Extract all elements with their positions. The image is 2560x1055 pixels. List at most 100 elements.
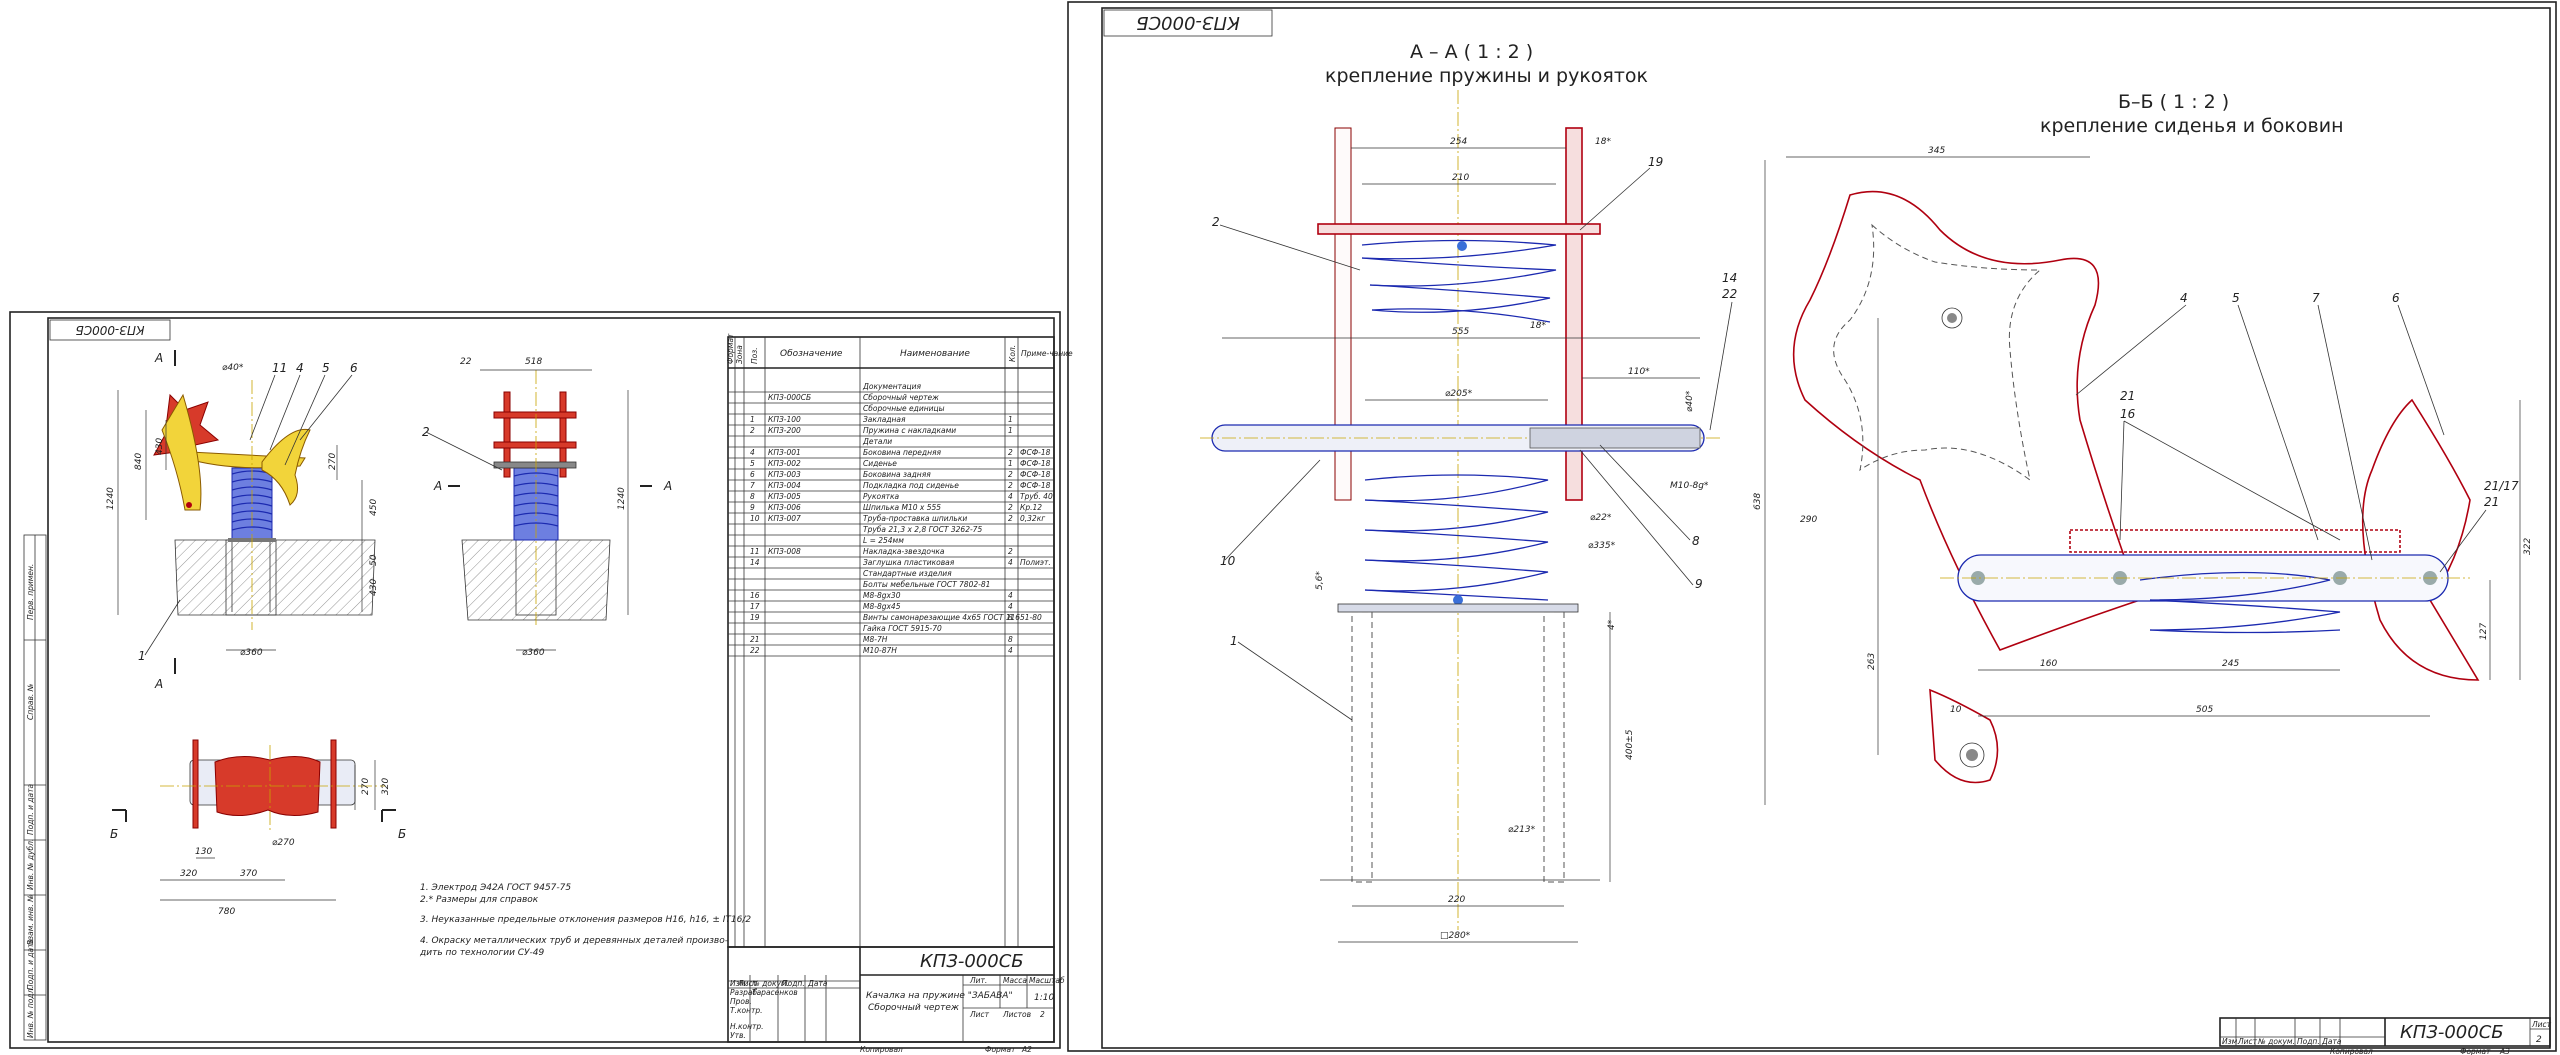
aa-dim-210: 210	[1452, 173, 1469, 183]
dim-1240-front: 1240	[106, 487, 116, 510]
spec-cell-note: ФСФ-18	[1020, 481, 1051, 490]
spec-cell-name: Подкладка под сиденье	[863, 481, 959, 490]
spec-cell-name: Гайка ГОСТ 5915-70	[863, 624, 942, 633]
format-label-1: Формат	[985, 1045, 1016, 1054]
aa-dim-18-top: 18*	[1595, 137, 1611, 147]
title-block-sheet-2: Изм. Лист № докум. Подп. Дата КПЗ-000СБ …	[2219, 1017, 2552, 1055]
spec-cell-code: КПЗ-001	[768, 448, 801, 457]
tb-role-date: Дата	[807, 979, 828, 988]
front-view-rocker: 1240 840 430 270 450 50 430 ⌀360 ⌀40* 1 …	[106, 350, 379, 691]
aa-dim-254: 254	[1450, 137, 1467, 147]
spec-cell-qty: 2	[1008, 547, 1013, 556]
spec-cell-code: КПЗ-004	[768, 481, 801, 490]
technical-notes: 1. Электрод Э42А ГОСТ 9457-75 2.* Размер…	[419, 883, 751, 958]
spec-cell-name: Стандартные изделия	[863, 569, 952, 578]
spec-cell-name: Сборочные единицы	[863, 404, 945, 413]
aa-dim-4: 4*	[1607, 619, 1617, 630]
bb-dim-322: 322	[2523, 538, 2533, 555]
spec-cell-note: 0,32кг	[1020, 514, 1045, 523]
note-4-cont: дить по технологии СУ-49	[419, 948, 545, 958]
tb-role-ncontrol: Н.контр.	[730, 1022, 764, 1031]
spec-cell-code: КПЗ-008	[768, 547, 801, 556]
spec-cell-note: ФСФ-18	[1020, 448, 1051, 457]
bb-dim-245: 245	[2222, 659, 2239, 669]
sheets-label: Листов	[1002, 1010, 1031, 1019]
side-stamp-sign-date-1: Подп. и дата	[26, 784, 35, 835]
side-stamp-first-use: Перв. примен.	[26, 564, 35, 620]
aa-leader-8: 8	[1692, 534, 1700, 548]
dim-320: 320	[180, 869, 197, 879]
bb-dim-160: 160	[2040, 659, 2057, 669]
dim-450: 450	[369, 499, 379, 516]
sheet-1-side-stamps: Перв. примен. Справ. № Подп. и дата Инв.…	[23, 534, 47, 1041]
format-value-2: А3	[2499, 1047, 2510, 1055]
title-block-sheet-1: КПЗ-000СБ Качалка на пружине "ЗАБАВА" Сб…	[727, 946, 1065, 1054]
sheet-label-2: Лист	[2531, 1020, 2552, 1029]
aa-dim-280: □280*	[1440, 931, 1471, 941]
section-bb-subtitle: крепление сиденья и боковин	[2040, 115, 2344, 137]
copied-label-2: Копировал	[2330, 1047, 2373, 1055]
dim-370: 370	[240, 869, 257, 879]
spec-header-pos: Поз.	[750, 347, 759, 364]
spec-cell-name: Закладная	[863, 415, 906, 424]
sheet-1: КПЗ-000СБ Перв. примен. Справ. № Подп. и…	[9, 311, 1073, 1054]
aa-dim-5-6: 5,6*	[1315, 571, 1325, 590]
spec-cell-note: ФСФ-18	[1020, 470, 1051, 479]
tb2-role-date: Дата	[2321, 1037, 2342, 1046]
spec-cell-name: Труба-проставка шпильки	[863, 514, 967, 523]
aa-leader-14: 14	[1722, 271, 1737, 285]
spec-cell-pos: 17	[750, 602, 760, 611]
spec-cell-qty: 2	[1008, 481, 1013, 490]
spec-cell-pos: 21	[750, 635, 760, 644]
note-3: 3. Неуказанные предельные отклонения раз…	[420, 915, 751, 925]
spec-header-zone: Зона	[735, 345, 744, 364]
dim-518: 518	[525, 357, 542, 367]
spec-cell-name: Шпилька М10 х 555	[863, 503, 941, 512]
spec-cell-name: Документация	[862, 382, 922, 391]
dim-1240-side: 1240	[617, 487, 627, 510]
aa-lower-spring	[1364, 474, 1549, 601]
dim-40-front: ⌀40*	[222, 363, 244, 373]
spec-cell-pos: 16	[750, 591, 760, 600]
spec-cell-name: Сиденье	[863, 459, 897, 468]
dim-360-front: ⌀360	[240, 648, 263, 658]
dim-780: 780	[218, 907, 235, 917]
bb-dim-290: 290	[1800, 515, 1817, 525]
spec-header-name: Наименование	[900, 349, 970, 359]
spec-cell-code: КПЗ-006	[768, 503, 801, 512]
spec-cell-name: Винты самонарезающие 4х65 ГОСТ 11651-80	[863, 613, 1042, 622]
spec-cell-name: М8-7Н	[863, 635, 888, 644]
aa-upper-spring	[1361, 239, 1557, 323]
aa-base-plate	[1337, 603, 1579, 613]
format-label-2: Формат	[2460, 1047, 2491, 1055]
drawing-number-sheet-2: КПЗ-000СБ	[2400, 1022, 2504, 1043]
sheet-2: КПЗ-000СБ А – А ( 1 : 2 ) крепление пруж…	[1067, 1, 2557, 1055]
section-bb-title: Б–Б ( 1 : 2 )	[2118, 91, 2229, 113]
dim-270-front: 270	[328, 453, 338, 470]
specification-table: Формат Зона Поз. Обозначение Наименовани…	[726, 333, 1073, 948]
spec-cell-name: Рукоятка	[863, 492, 899, 501]
section-b-right: Б	[398, 827, 406, 841]
spec-cell-code: КПЗ-005	[768, 492, 801, 501]
tb-role-sign: Подп.	[782, 979, 805, 988]
spec-cell-name: М10-87Н	[863, 646, 897, 655]
spec-cell-qty: 4	[1008, 558, 1013, 567]
spec-cell-code: КПЗ-000СБ	[768, 393, 811, 402]
sheet-1-stamp-text: КПЗ-000СБ	[75, 323, 144, 337]
spec-cell-name: Боковина передняя	[863, 448, 942, 457]
section-a-right: А	[663, 479, 672, 493]
spec-cell-qty: 8	[1008, 635, 1013, 644]
leader-6: 6	[350, 361, 358, 375]
aa-dim-335: ⌀335*	[1588, 541, 1616, 551]
section-aa: А – А ( 1 : 2 ) крепление пружины и руко…	[1200, 41, 1737, 943]
tb2-role-sign: Подп.	[2297, 1037, 2320, 1046]
tb-role-approve: Утв.	[730, 1031, 746, 1040]
side-stamp-sign-date-2: Подп. и дата	[26, 939, 35, 990]
doc-type: Сборочный чертеж	[868, 1003, 960, 1013]
leader-4: 4	[296, 361, 304, 375]
leader-11: 11	[272, 361, 287, 375]
note-4: 4. Окраску металлических труб и деревянн…	[420, 936, 728, 946]
spec-header-format: Формат	[726, 333, 735, 364]
sheets-count: 2	[1040, 1010, 1045, 1019]
dim-320-plan: 320	[381, 778, 391, 795]
